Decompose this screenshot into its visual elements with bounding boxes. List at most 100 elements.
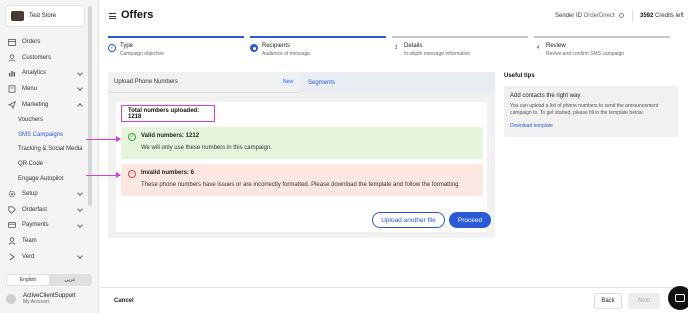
tab-segments[interactable]: Segments <box>300 72 495 93</box>
credits-label: Credits left <box>655 13 684 19</box>
tips-heading: Add contacts the right way <box>510 93 581 99</box>
chat-icon[interactable] <box>668 286 688 310</box>
store-logo <box>11 11 24 21</box>
info-icon[interactable] <box>619 13 625 18</box>
hamburger-icon[interactable] <box>109 13 116 19</box>
page-title: Offers <box>121 9 154 21</box>
store-name: Test Store <box>29 13 57 19</box>
store-switcher[interactable]: Test Store <box>5 5 85 27</box>
chevron-down-icon <box>77 205 83 212</box>
sidebar-item-marketing[interactable]: Marketing <box>0 97 88 113</box>
step-title: Recipients <box>262 43 291 49</box>
step-details[interactable]: 3 Details In-depth message information <box>392 36 528 60</box>
sender-label: Sender ID <box>555 13 583 20</box>
valid-body: We will only use these numbers in this c… <box>141 145 272 151</box>
recipients-card: Upload Phone Numbers New Segments Total … <box>108 72 495 238</box>
sidebar-item-label: Customers <box>22 54 52 61</box>
back-button[interactable]: Back <box>594 293 622 309</box>
check-circle-icon: ✓ <box>128 133 136 141</box>
sidebar-subitem-sms-campaigns[interactable]: SMS Campaigns <box>0 128 88 143</box>
avatar <box>6 294 16 304</box>
step-subtitle: In-depth message information <box>404 51 471 57</box>
next-button[interactable]: Next <box>628 293 660 309</box>
chevron-down-icon <box>77 85 83 92</box>
user-icon <box>8 54 16 62</box>
chart-icon <box>8 69 16 77</box>
divider <box>632 10 633 22</box>
total-uploaded: Total numbers uploaded: 1218 <box>121 105 215 122</box>
sender-value: OrderDirect <box>583 13 615 20</box>
valid-title: Valid numbers: 1212 <box>141 133 200 139</box>
tab-upload-phone-numbers[interactable]: Upload Phone Numbers New <box>108 72 300 93</box>
sidebar-item-setup[interactable]: Setup <box>0 186 88 202</box>
download-template-link[interactable]: Download template <box>510 123 553 129</box>
sidebar-item-orders[interactable]: Orders <box>0 34 88 50</box>
tag-icon <box>8 206 16 214</box>
step-subtitle: Audience of message <box>262 51 311 57</box>
step-title: Details <box>404 43 423 49</box>
sidebar-scrollbar[interactable] <box>88 6 92 206</box>
send-icon <box>8 101 16 110</box>
step-subtitle: Revise and confirm SMS campaign <box>546 51 625 57</box>
invalid-numbers-alert: − Invalid numbers: 6 These phone numbers… <box>121 164 483 196</box>
step-recipients[interactable]: Recipients Audience of message <box>250 36 386 60</box>
user-account[interactable]: ActiveClientSupport My Account <box>6 290 94 308</box>
sidebar-item-label: Orderfast <box>22 206 48 213</box>
chevron-up-icon <box>77 103 83 110</box>
card-icon <box>8 221 16 229</box>
language-toggle: English عربي <box>6 274 92 286</box>
sidebar-item-label: Team <box>22 238 37 245</box>
tab-label: Upload Phone Numbers <box>114 79 179 85</box>
lang-english[interactable]: English <box>7 275 49 285</box>
user-info: ActiveClientSupport My Account <box>23 293 76 305</box>
sidebar-subitem-qr-code[interactable]: QR Code <box>0 157 88 172</box>
sidebar-item-label: Setup <box>22 190 38 197</box>
step-title: Review <box>546 43 566 49</box>
step-type[interactable]: ✓ Type Campaign objective <box>108 36 244 60</box>
invalid-body: These phone numbers have issues or are i… <box>141 182 459 188</box>
upload-another-file-button[interactable]: Upload another file <box>372 212 445 228</box>
sidebar-item-label: Menu <box>22 86 38 93</box>
step-review[interactable]: 4 Review Revise and confirm SMS campaign <box>534 36 670 60</box>
sidebar-item-label: Marketing <box>22 102 49 109</box>
credits-value: 3592 <box>640 13 654 19</box>
cancel-button[interactable]: Cancel <box>114 298 134 304</box>
box-icon <box>8 38 16 46</box>
sidebar-item-label: Analytics <box>22 70 47 77</box>
annotation-arrow <box>86 136 121 142</box>
sidebar-subitem-vouchers[interactable]: Vouchers <box>0 113 88 128</box>
check-icon: ✓ <box>108 44 116 52</box>
chevron-down-icon <box>77 190 83 196</box>
sidebar-subitem-engage-autopilot[interactable]: Engage Autopilot <box>0 171 88 186</box>
sidebar-item-verd[interactable]: Verd <box>0 249 88 265</box>
sidebar-item-payments[interactable]: Payments <box>0 218 88 234</box>
sidebar-item-orderfast[interactable]: Orderfast <box>0 202 88 218</box>
tips-body: You can upload a list of phone numbers t… <box>510 103 659 116</box>
chevron-down-icon <box>77 253 83 259</box>
sidebar-item-label: Verd <box>22 254 35 261</box>
step-number: 3 <box>394 45 398 51</box>
credits: 3592 Credits left <box>640 13 684 19</box>
campaign-stepper: ✓ Type Campaign objective Recipients Aud… <box>108 36 678 60</box>
upload-results: Total numbers uploaded: 1218 ✓ Valid num… <box>116 102 491 232</box>
sidebar-item-team[interactable]: Team <box>0 233 88 249</box>
recipient-tabs: Upload Phone Numbers New Segments <box>108 72 495 93</box>
page-header: Offers Sender ID OrderDirect 3592 Credit… <box>100 0 688 33</box>
sender-id: Sender ID OrderDirect <box>555 13 625 20</box>
valid-numbers-alert: ✓ Valid numbers: 1212 We will only use t… <box>121 127 483 159</box>
chevron-down-icon <box>77 221 83 228</box>
sidebar-item-analytics[interactable]: Analytics <box>0 66 88 82</box>
book-icon <box>8 85 16 93</box>
step-number: 4 <box>536 45 540 51</box>
sidebar-item-label: Orders <box>22 38 41 45</box>
sidebar-item-customers[interactable]: Customers <box>0 50 88 66</box>
proceed-button[interactable]: Proceed <box>449 212 491 228</box>
sidebar: Test Store Orders Customers Analytics Me… <box>0 0 99 313</box>
new-badge: New <box>280 78 297 86</box>
minus-circle-icon: − <box>128 170 136 178</box>
lang-arabic[interactable]: عربي <box>49 275 91 285</box>
sidebar-subitem-tracking[interactable]: Tracking & Social Media <box>0 142 88 157</box>
sidebar-item-menu[interactable]: Menu <box>0 81 88 97</box>
useful-tips-card: Add contacts the right way You can uploa… <box>504 86 678 137</box>
annotation-arrow <box>86 172 121 178</box>
